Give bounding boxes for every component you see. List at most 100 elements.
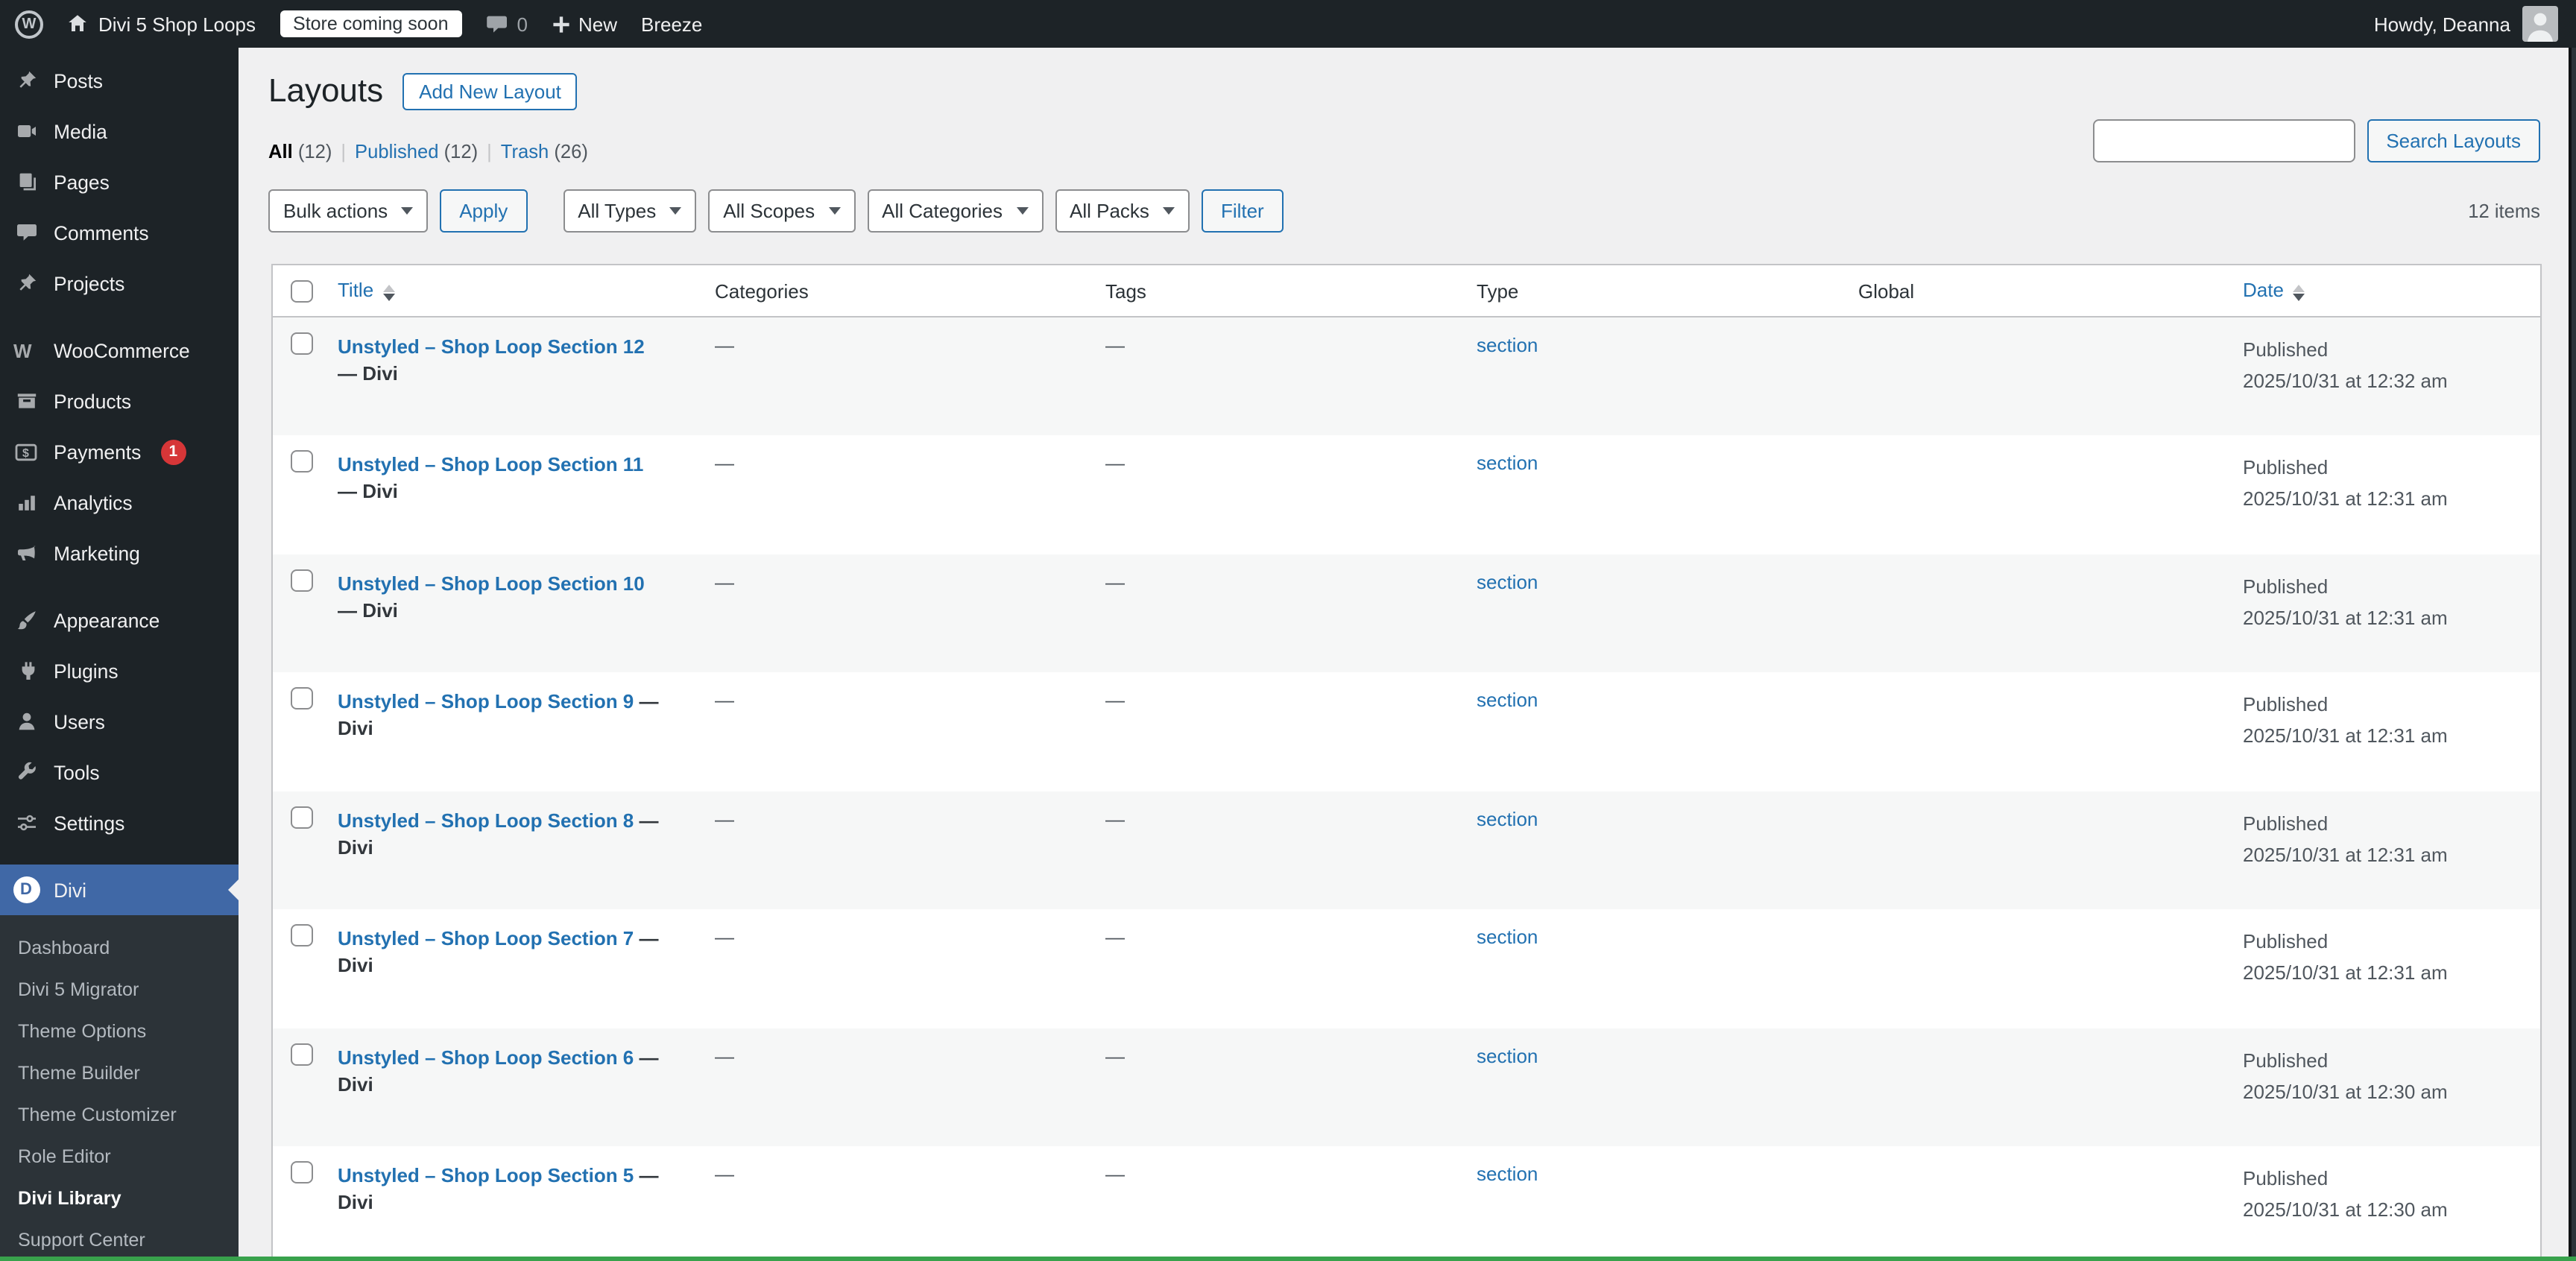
row-title-link[interactable]: Unstyled – Shop Loop Section 5 <box>338 1164 634 1186</box>
row-type-link[interactable]: section <box>1477 1163 1538 1185</box>
row-global <box>1846 1028 2231 1146</box>
submenu-item-theme-options[interactable]: Theme Options <box>0 1011 239 1052</box>
view-published-link[interactable]: Published (12) <box>355 140 478 162</box>
howdy-label[interactable]: Howdy, Deanna <box>2374 13 2510 35</box>
store-coming-soon-badge[interactable]: Store coming soon <box>280 10 461 37</box>
add-new-layout-button[interactable]: Add New Layout <box>402 72 578 110</box>
row-type-link[interactable]: section <box>1477 334 1538 356</box>
sliders-icon <box>12 812 40 833</box>
row-date: Published2025/10/31 at 12:31 am <box>2231 909 2541 1028</box>
pages-icon <box>12 171 40 192</box>
submenu-item-support-center[interactable]: Support Center <box>0 1219 239 1261</box>
search-layouts-button[interactable]: Search Layouts <box>2367 119 2540 162</box>
submenu-item-dashboard[interactable]: Dashboard <box>0 927 239 969</box>
site-name-label: Divi 5 Shop Loops <box>98 13 256 35</box>
row-type-link[interactable]: section <box>1477 1044 1538 1066</box>
column-header-title[interactable]: Title <box>326 265 703 317</box>
admin-bar-comments[interactable]: 0 <box>486 13 528 35</box>
sidebar-item-products[interactable]: Products <box>0 376 239 426</box>
all-categories-select[interactable]: All Categories <box>867 189 1043 233</box>
row-categories: — <box>703 909 1093 1028</box>
row-checkbox[interactable] <box>291 1161 313 1183</box>
row-title-cell: Unstyled – Shop Loop Section 11 — Divi <box>338 452 675 505</box>
row-title-link[interactable]: Unstyled – Shop Loop Section 10 <box>338 572 645 594</box>
row-title-link[interactable]: Unstyled – Shop Loop Section 11 <box>338 453 643 475</box>
row-date: Published2025/10/31 at 12:31 am <box>2231 672 2541 791</box>
table-row: Unstyled – Shop Loop Section 7 — Divi — … <box>272 909 2541 1028</box>
select-all-checkbox[interactable] <box>291 280 313 303</box>
sidebar-item-analytics[interactable]: Analytics <box>0 477 239 528</box>
wordpress-logo-icon[interactable]: W <box>15 10 43 38</box>
table-row: Unstyled – Shop Loop Section 10 — Divi —… <box>272 554 2541 672</box>
row-checkbox[interactable] <box>291 687 313 709</box>
bulk-actions-select[interactable]: Bulk actions <box>268 189 428 233</box>
sidebar-item-settings[interactable]: Settings <box>0 797 239 848</box>
sidebar-item-appearance[interactable]: Appearance <box>0 595 239 645</box>
plus-icon <box>552 14 571 34</box>
row-global <box>1846 1146 2231 1261</box>
sidebar-menu: Posts Media Pages Comments Projects W Wo… <box>0 48 239 848</box>
sidebar-item-label: Divi <box>54 879 86 901</box>
row-type-link[interactable]: section <box>1477 926 1538 948</box>
chevron-down-icon <box>1016 207 1028 215</box>
row-type-link[interactable]: section <box>1477 689 1538 711</box>
admin-bar-new[interactable]: New <box>552 13 617 35</box>
row-title-link[interactable]: Unstyled – Shop Loop Section 8 <box>338 809 634 831</box>
row-title-link[interactable]: Unstyled – Shop Loop Section 7 <box>338 927 634 949</box>
row-checkbox[interactable] <box>291 1043 313 1065</box>
row-title-cell: Unstyled – Shop Loop Section 5 — Divi <box>338 1163 675 1216</box>
filter-row: Bulk actions Apply All Types All Scopes … <box>268 189 1284 233</box>
row-checkbox[interactable] <box>291 924 313 946</box>
sidebar-item-tools[interactable]: Tools <box>0 747 239 797</box>
all-scopes-select[interactable]: All Scopes <box>708 189 855 233</box>
row-type-link[interactable]: section <box>1477 570 1538 592</box>
window-edge-scrollbar[interactable] <box>2569 48 2576 1261</box>
submenu-item-theme-builder[interactable]: Theme Builder <box>0 1052 239 1094</box>
all-packs-select[interactable]: All Packs <box>1055 189 1190 233</box>
comment-bubble-icon <box>486 13 508 34</box>
items-count: 12 items <box>2468 200 2540 222</box>
sidebar-item-projects[interactable]: Projects <box>0 258 239 309</box>
submenu-item-role-editor[interactable]: Role Editor <box>0 1136 239 1178</box>
sidebar-item-users[interactable]: Users <box>0 696 239 747</box>
sidebar-item-marketing[interactable]: Marketing <box>0 528 239 578</box>
row-title-link[interactable]: Unstyled – Shop Loop Section 9 <box>338 690 634 712</box>
select-all-checkbox-cell <box>272 265 326 317</box>
sidebar-item-woocommerce[interactable]: W WooCommerce <box>0 325 239 376</box>
sidebar-item-payments[interactable]: $ Payments 1 <box>0 426 239 477</box>
submenu-item-divi-5-migrator[interactable]: Divi 5 Migrator <box>0 969 239 1011</box>
filter-button[interactable]: Filter <box>1202 189 1284 233</box>
table-row: Unstyled – Shop Loop Section 6 — Divi — … <box>272 1028 2541 1146</box>
all-types-select[interactable]: All Types <box>563 189 696 233</box>
avatar[interactable] <box>2522 6 2558 42</box>
row-title-suffix: — Divi <box>338 480 398 502</box>
row-categories: — <box>703 1146 1093 1261</box>
submenu-item-theme-customizer[interactable]: Theme Customizer <box>0 1094 239 1136</box>
row-checkbox[interactable] <box>291 806 313 828</box>
row-checkbox[interactable] <box>291 332 313 355</box>
sidebar-item-comments[interactable]: Comments <box>0 207 239 258</box>
row-title-link[interactable]: Unstyled – Shop Loop Section 6 <box>338 1046 634 1068</box>
view-trash-link[interactable]: Trash (26) <box>501 140 588 162</box>
admin-bar-site-name[interactable]: Divi 5 Shop Loops <box>67 13 256 35</box>
submenu-item-divi-library[interactable]: Divi Library <box>0 1178 239 1219</box>
wrench-icon <box>12 762 40 783</box>
row-checkbox[interactable] <box>291 450 313 473</box>
sidebar-item-pages[interactable]: Pages <box>0 157 239 207</box>
view-filter-links: All (12)|Published (12)|Trash (26) <box>268 140 588 162</box>
view-all-link[interactable]: All (12) <box>268 140 332 162</box>
admin-bar-breeze[interactable]: Breeze <box>641 13 702 35</box>
row-type-link[interactable]: section <box>1477 452 1538 474</box>
sidebar-item-divi[interactable]: D Divi <box>0 865 239 915</box>
sidebar-item-media[interactable]: Media <box>0 106 239 157</box>
user-icon <box>12 711 40 732</box>
search-input[interactable] <box>2092 119 2355 162</box>
apply-button[interactable]: Apply <box>440 189 527 233</box>
sidebar-item-posts[interactable]: Posts <box>0 55 239 106</box>
row-checkbox[interactable] <box>291 569 313 591</box>
row-type-link[interactable]: section <box>1477 807 1538 829</box>
row-title-cell: Unstyled – Shop Loop Section 6 — Divi <box>338 1044 675 1098</box>
sidebar-item-plugins[interactable]: Plugins <box>0 645 239 696</box>
row-title-link[interactable]: Unstyled – Shop Loop Section 12 <box>338 335 645 358</box>
column-header-date[interactable]: Date <box>2231 265 2541 317</box>
